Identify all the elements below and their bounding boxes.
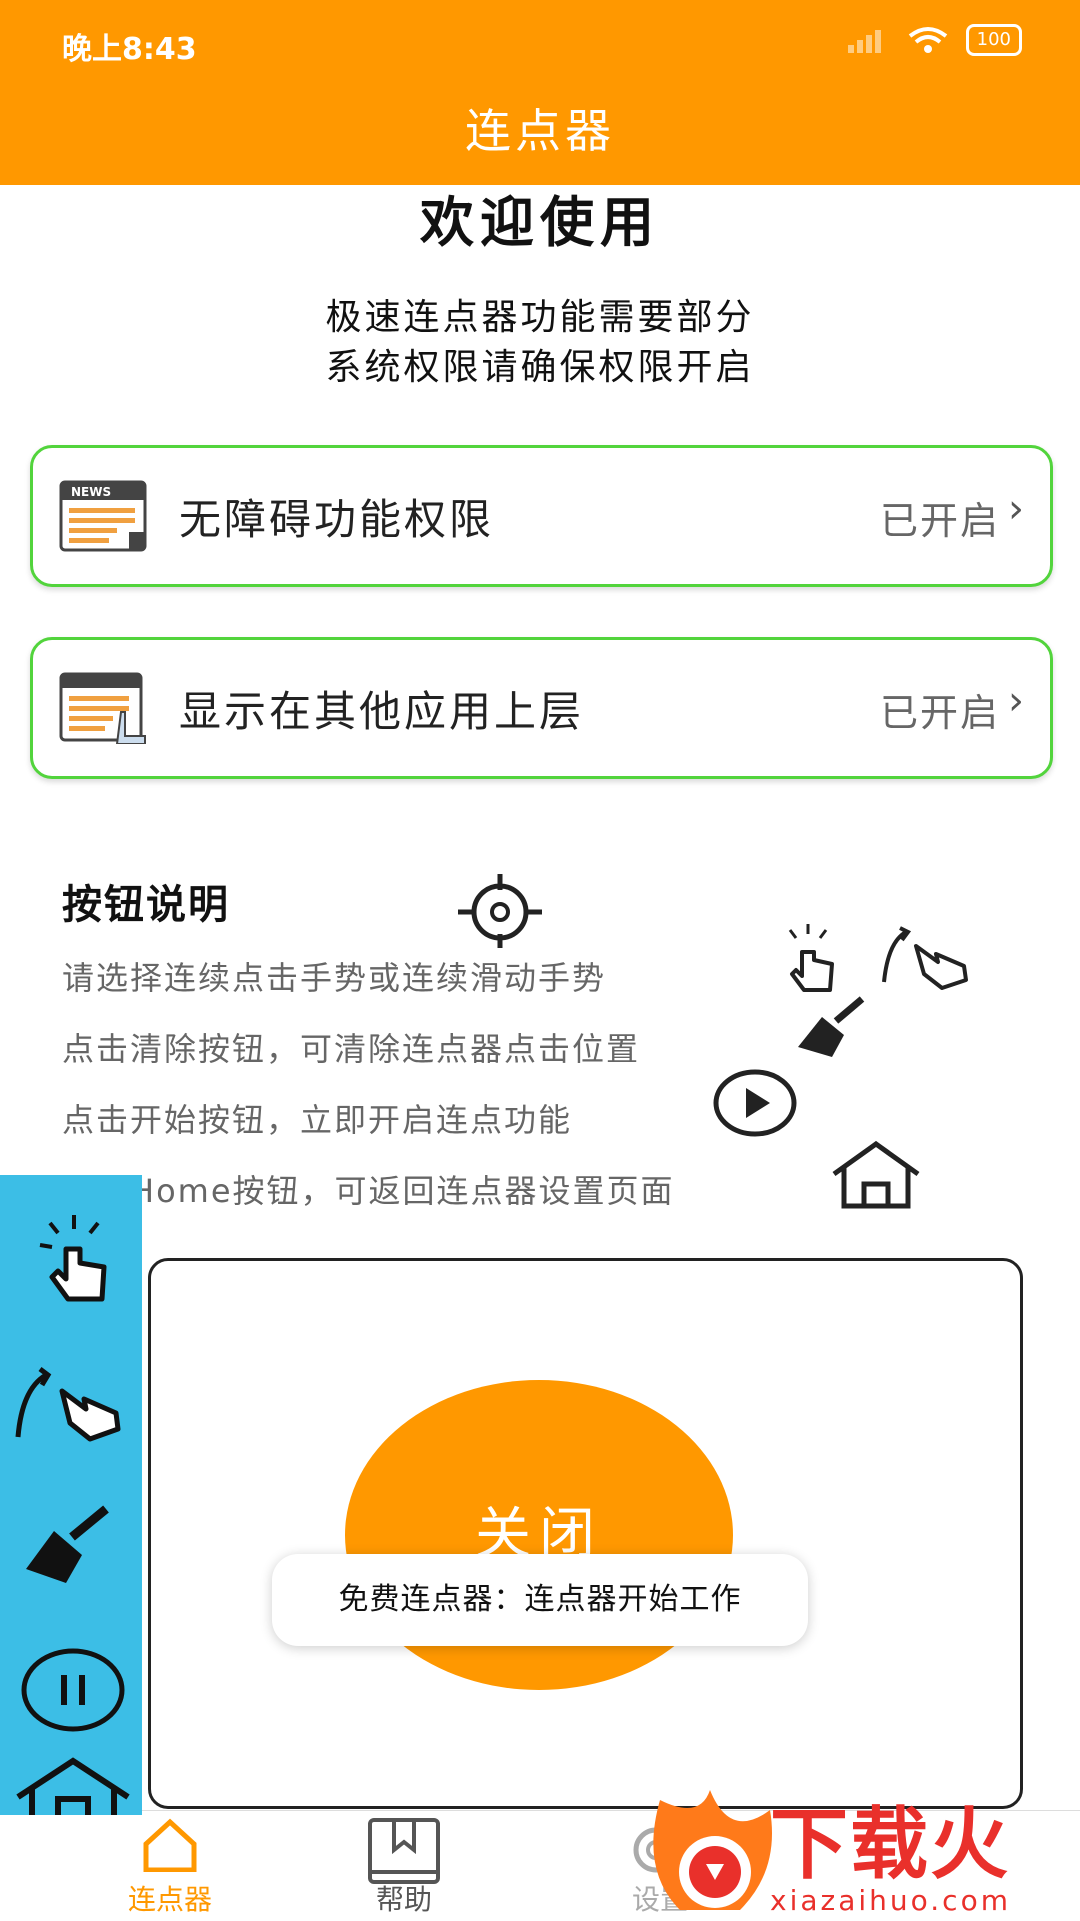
permission-accessibility[interactable]: NEWS 无障碍功能权限 已开启 › (30, 445, 1053, 587)
tap-gesture-button-icon[interactable] (28, 1213, 118, 1303)
book-icon (368, 1818, 440, 1884)
broom-button-icon[interactable] (24, 1505, 110, 1587)
battery-icon: 100 (965, 24, 1022, 56)
chevron-right-icon: › (1008, 678, 1024, 724)
nav-label: 连点器 (127, 1883, 212, 1916)
tap-hand-icon (788, 924, 834, 992)
news-icon: NEWS (59, 480, 147, 552)
permission-status: 已开启 (879, 691, 1000, 735)
broom-icon (798, 996, 865, 1057)
status-icons: 100 (847, 24, 1022, 56)
swipe-hand-icon (882, 926, 968, 990)
intro-line-1: 极速连点器功能需要部分 (325, 297, 755, 338)
intro-line-2: 系统权限请确保权限开启 (325, 347, 755, 388)
welcome-intro: 极速连点器功能需要部分 系统权限请确保权限开启 (0, 293, 1080, 393)
permission-label: 无障碍功能权限 (179, 495, 495, 544)
home-cursor-icon (143, 1818, 197, 1872)
nav-item-clicker[interactable]: 连点器 (70, 1810, 270, 1920)
permission-overlay[interactable]: 显示在其他应用上层 已开启 › (30, 637, 1053, 779)
crosshair-icon (458, 874, 542, 948)
pause-button-icon[interactable] (20, 1647, 126, 1733)
swipe-gesture-button-icon[interactable] (12, 1363, 130, 1443)
welcome-title: 欢迎使用 (420, 191, 660, 254)
permission-status: 已开启 (879, 499, 1000, 543)
home-button-icon[interactable] (14, 1757, 132, 1815)
info-line: 点击清除按钮，可清除连点器点击位置 (62, 1030, 641, 1068)
nav-item-help[interactable]: 帮助 (304, 1810, 504, 1920)
watermark-url: xiazaihuo.com (770, 1884, 1011, 1917)
play-icon (713, 1069, 797, 1137)
floating-control-panel[interactable] (0, 1175, 142, 1815)
info-line: 请选择连续点击手势或连续滑动手势 (62, 959, 607, 997)
wifi-icon (908, 27, 947, 53)
signal-icon (847, 30, 881, 53)
chevron-right-icon: › (1008, 486, 1024, 532)
window-touch-icon (59, 672, 146, 744)
toast-message: 免费连点器：连点器开始工作 (272, 1554, 808, 1646)
fire-logo-icon (653, 1790, 772, 1910)
info-line: 点击Home按钮，可返回连点器设置页面 (62, 1172, 675, 1210)
watermark-brand: 下载火 (770, 1800, 1011, 1890)
info-line: 点击开始按钮，立即开启连点功能 (62, 1101, 573, 1139)
status-time: 晚上8:43 (62, 32, 197, 67)
permission-label: 显示在其他应用上层 (179, 687, 585, 736)
nav-label: 帮助 (375, 1883, 432, 1916)
watermark: 下载火 xiazaihuo.com (640, 1780, 1080, 1920)
svg-text:NEWS: NEWS (71, 485, 111, 499)
page-title: 连点器 (465, 104, 615, 158)
section-title: 按钮说明 (62, 882, 230, 928)
home-icon (832, 1140, 920, 1209)
